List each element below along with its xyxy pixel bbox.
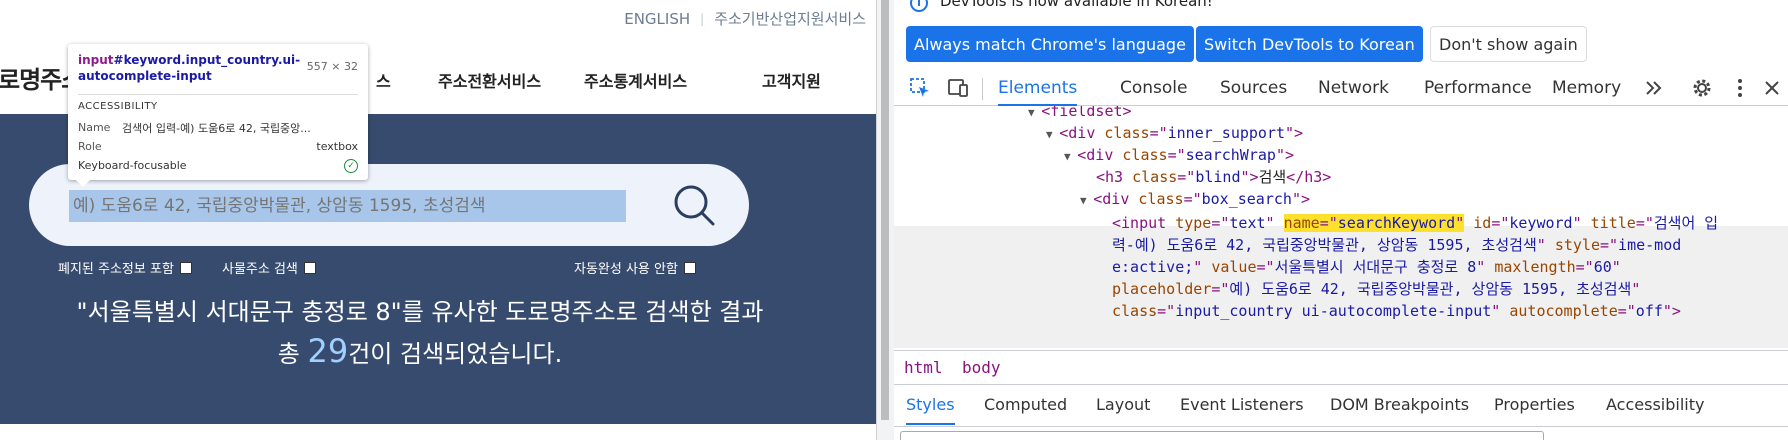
- tooltip-size: 557 × 32: [306, 60, 358, 73]
- industry-support-link[interactable]: 주소기반산업지원서비스: [714, 8, 866, 29]
- po-box-option[interactable]: 사물주소 검색: [222, 258, 316, 277]
- customize-menu-icon[interactable]: [1728, 76, 1752, 100]
- search-input[interactable]: [69, 190, 626, 222]
- tab-network[interactable]: Network: [1318, 76, 1389, 106]
- autocomplete-off-option[interactable]: 자동완성 사용 안함: [574, 258, 696, 277]
- tooltip-section-title: ACCESSIBILITY: [78, 101, 158, 112]
- nav-item-partial[interactable]: 스: [376, 68, 391, 92]
- include-abolished-checkbox[interactable]: [179, 261, 192, 274]
- toolbar-divider: [982, 78, 983, 100]
- result-count-line: 총 29건이 검색되었습니다.: [0, 332, 840, 370]
- result-summary: "서울특별시 서대문구 충정로 8"를 유사한 도로명주소로 검색한 결과: [76, 298, 764, 326]
- tooltip-selector: input#keyword.input_country.ui-autocompl…: [78, 53, 301, 83]
- language-infobar: i DevTools is now available in Korean! A…: [894, 0, 1788, 70]
- subtab-properties[interactable]: Properties: [1494, 395, 1575, 425]
- dom-tree: ▼ <fieldset> ▼ <div class="inner_support…: [894, 106, 1788, 350]
- subtab-accessibility[interactable]: Accessibility: [1606, 395, 1704, 425]
- info-icon: i: [910, 0, 928, 12]
- include-abolished-label: 폐지된 주소정보 포함: [58, 262, 174, 277]
- subtab-dom-breakpoints[interactable]: DOM Breakpoints: [1330, 395, 1469, 425]
- settings-gear-icon[interactable]: [1690, 76, 1714, 100]
- device-toolbar-icon[interactable]: [946, 76, 970, 100]
- breadcrumb-body[interactable]: body: [962, 358, 1001, 377]
- dom-line-input-cont3: placeholder="예) 도움6로 42, 국립중앙박물관, 상암동 15…: [1112, 280, 1641, 298]
- nav-item-customer-support[interactable]: 고객지원: [762, 68, 821, 92]
- switch-to-korean-button[interactable]: Switch DevTools to Korean: [1196, 26, 1423, 62]
- tooltip-focus-row: Keyboard-focusable ✓: [78, 156, 358, 175]
- dom-line-input-cont1: 력-예) 도움6로 42, 국립중앙박물관, 상암동 1595, 초성검색" s…: [1112, 236, 1682, 254]
- splitter-grip[interactable]: [881, 0, 889, 420]
- search-options: 폐지된 주소정보 포함 사물주소 검색 자동완성 사용 안함: [0, 258, 876, 278]
- subtab-styles[interactable]: Styles: [906, 395, 955, 425]
- dom-line-fieldset[interactable]: ▼ <fieldset>: [1028, 106, 1132, 122]
- result-suffix: 건이 검색되었습니다.: [348, 340, 563, 368]
- close-devtools-icon[interactable]: [1760, 76, 1784, 100]
- dom-line-h3[interactable]: <h3 class="blind">검색</h3>: [1096, 166, 1331, 188]
- tooltip-role-row: Role textbox: [78, 140, 358, 153]
- tab-performance[interactable]: Performance: [1424, 76, 1532, 106]
- website-viewport: ENGLISH | 주소기반산업지원서비스 로명주소 스 주소전환서비스 주소통…: [0, 0, 876, 440]
- breadcrumb-html[interactable]: html: [904, 358, 943, 377]
- nav-item-address-statistics[interactable]: 주소통계서비스: [584, 68, 687, 92]
- styles-filter-input[interactable]: [900, 431, 1544, 440]
- dom-line-input[interactable]: <input type="text" name="searchKeyword" …: [1112, 212, 1718, 234]
- sidebar-subtabs: Styles Computed Layout Event Listeners D…: [894, 384, 1788, 426]
- devtools-tabbar: Elements Console Sources Network Perform…: [894, 70, 1788, 106]
- check-icon: ✓: [344, 158, 358, 173]
- dom-line-input-cont2: e:active;" value="서울특별시 서대문구 충정로 8" maxl…: [1112, 258, 1621, 276]
- dom-line-box-search[interactable]: ▼ <div class="box_search">: [1080, 188, 1310, 210]
- dom-line-search-wrap[interactable]: ▼ <div class="searchWrap">: [1064, 144, 1294, 166]
- panel-splitter[interactable]: [876, 0, 894, 440]
- devtools-panel: i DevTools is now available in Korean! A…: [894, 0, 1788, 440]
- po-box-checkbox[interactable]: [303, 261, 316, 274]
- tooltip-divider: [78, 94, 358, 95]
- dom-line-inner-support[interactable]: ▼ <div class="inner_support">: [1046, 122, 1303, 144]
- dom-breadcrumbs: html body: [894, 350, 1788, 384]
- tab-sources[interactable]: Sources: [1220, 76, 1287, 106]
- tooltip-name-row: Name 검색어 입력-예) 도움6로 42, 국립중앙...: [78, 121, 311, 135]
- more-tabs-icon[interactable]: [1642, 76, 1666, 100]
- always-match-language-button[interactable]: Always match Chrome's language: [906, 26, 1194, 62]
- dont-show-again-button[interactable]: Don't show again: [1430, 26, 1587, 62]
- include-abolished-option[interactable]: 폐지된 주소정보 포함: [58, 258, 192, 277]
- dom-line-input-cont4: class="input_country ui-autocomplete-inp…: [1112, 302, 1681, 320]
- po-box-label: 사물주소 검색: [222, 262, 298, 277]
- autocomplete-off-checkbox[interactable]: [683, 261, 696, 274]
- tooltip-arrow: [76, 180, 90, 187]
- subtab-event-listeners[interactable]: Event Listeners: [1180, 395, 1304, 425]
- result-prefix: 총: [277, 340, 308, 368]
- result-count: 29: [307, 332, 349, 370]
- tab-elements[interactable]: Elements: [998, 76, 1078, 106]
- subtab-layout[interactable]: Layout: [1096, 395, 1150, 425]
- search-icon: [674, 185, 715, 226]
- tab-memory[interactable]: Memory: [1552, 76, 1621, 106]
- english-link[interactable]: ENGLISH: [624, 10, 690, 28]
- styles-filter-row: [894, 426, 1788, 440]
- inspect-element-icon[interactable]: [908, 76, 932, 100]
- inspect-tooltip: input#keyword.input_country.ui-autocompl…: [68, 44, 368, 187]
- tab-console[interactable]: Console: [1120, 76, 1188, 106]
- subtab-computed[interactable]: Computed: [984, 395, 1067, 425]
- autocomplete-off-label: 자동완성 사용 안함: [574, 262, 678, 277]
- infobar-message: DevTools is now available in Korean!: [940, 0, 1213, 10]
- search-button[interactable]: [671, 182, 717, 228]
- link-separator: |: [700, 11, 705, 26]
- nav-item-address-conversion[interactable]: 주소전환서비스: [438, 68, 541, 92]
- top-links: ENGLISH | 주소기반산업지원서비스: [624, 8, 866, 29]
